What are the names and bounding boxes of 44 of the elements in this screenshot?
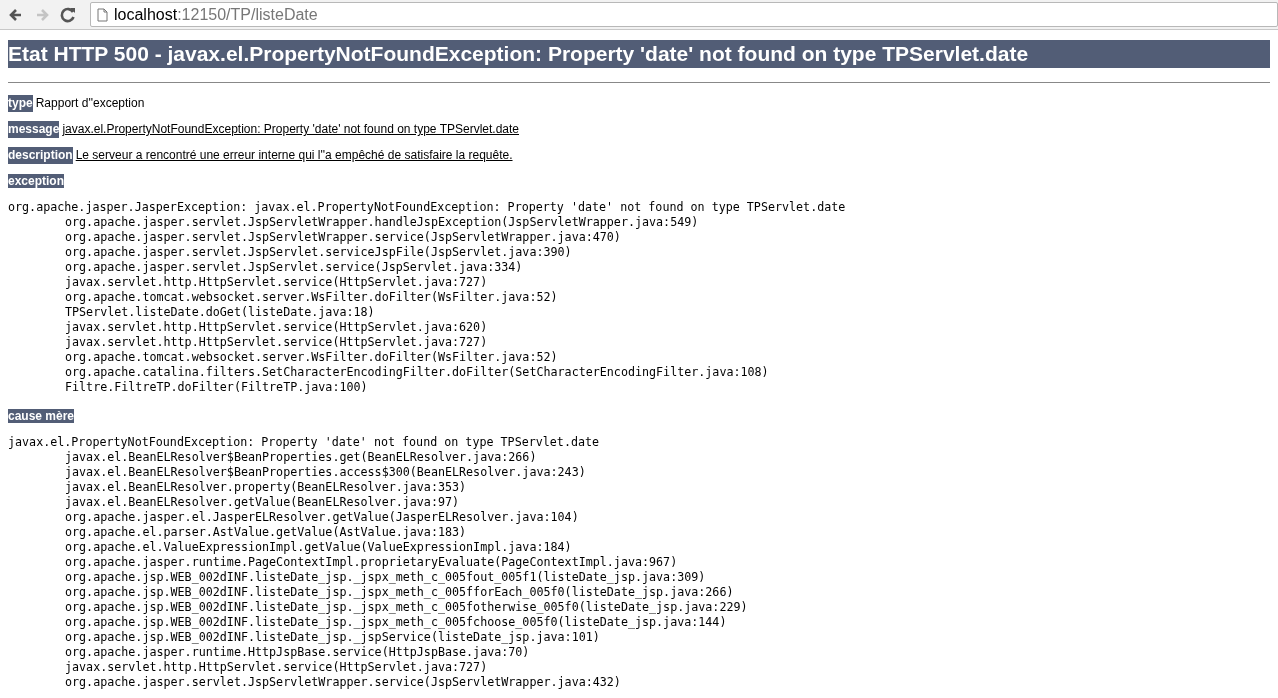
stack-trace-line: Filtre.FiltreTP.doFilter(FiltreTP.java:100) bbox=[65, 380, 368, 395]
stack-trace-line: org.apache.jsp.WEB_002dINF.listeDate_jsp._jspx_meth_c_005fotherwise_005f0(listeDate_jsp.java:229) bbox=[65, 600, 748, 615]
stack-trace-line: javax.el.BeanELResolver.property(BeanELResolver.java:353) bbox=[65, 480, 467, 495]
url-path: :12150/TP/listeDate bbox=[177, 4, 318, 25]
field-value: Rapport d''exception bbox=[35, 95, 145, 112]
stack-trace-line: org.apache.jsp.WEB_002dINF.listeDate_jsp._jspx_meth_c_005fout_005f1(listeDate_jsp.java:309) bbox=[65, 570, 706, 585]
field-label: type bbox=[8, 95, 33, 112]
error-heading: Etat HTTP 500 - javax.el.PropertyNotFoundException: Property 'date' not found on type TPServlet.date bbox=[8, 40, 1270, 68]
stack-trace-line: org.apache.jasper.runtime.HttpJspBase.service(HttpJspBase.java:70) bbox=[65, 645, 530, 660]
exception-line: javax.el.PropertyNotFoundException: Property 'date' not found on type TPServlet.date bbox=[8, 435, 600, 450]
field-label: message bbox=[8, 121, 60, 138]
field-value: Le serveur a rencontré une erreur interne qui l''a empêché de satisfaire la requête. bbox=[75, 147, 513, 164]
stack-trace-line: javax.servlet.http.HttpServlet.service(HttpServlet.java:727) bbox=[65, 660, 488, 675]
field-label: description bbox=[8, 147, 73, 164]
field-label: cause mère bbox=[8, 409, 75, 423]
stack-trace-line: org.apache.jasper.servlet.JspServletWrapper.service(JspServletWrapper.java:432) bbox=[65, 675, 621, 690]
reload-icon bbox=[59, 5, 77, 24]
stack-trace-line: org.apache.jsp.WEB_002dINF.listeDate_jsp._jspService(listeDate_jsp.java:101) bbox=[65, 630, 600, 645]
field-label: exception bbox=[8, 174, 64, 188]
stack-trace-line: org.apache.jasper.servlet.JspServletWrapper.service(JspServletWrapper.java:470) bbox=[65, 230, 621, 245]
stack-trace-line: org.apache.el.parser.AstValue.getValue(AstValue.java:183) bbox=[65, 525, 467, 540]
stack-trace-line: javax.servlet.http.HttpServlet.service(HttpServlet.java:727) bbox=[65, 335, 488, 350]
stack-trace-line: TPServlet.listeDate.doGet(listeDate.java:18) bbox=[65, 305, 375, 320]
stack-trace-line: org.apache.jasper.servlet.JspServlet.serviceJspFile(JspServlet.java:390) bbox=[65, 245, 572, 260]
url-host: localhost bbox=[114, 4, 178, 25]
stack-trace-line: javax.el.BeanELResolver$BeanProperties.get(BeanELResolver.java:266) bbox=[65, 450, 537, 465]
stack-trace-line: javax.servlet.http.HttpServlet.service(HttpServlet.java:620) bbox=[65, 320, 488, 335]
stack-trace-line: javax.el.BeanELResolver$BeanProperties.access$300(BeanELResolver.java:243) bbox=[65, 465, 586, 480]
stack-trace-line: org.apache.el.ValueExpressionImpl.getValue(ValueExpressionImpl.java:184) bbox=[65, 540, 572, 555]
stack-trace-line: org.apache.catalina.filters.SetCharacterEncodingFilter.doFilter(SetCharacterEncodingFilter.java:108) bbox=[65, 365, 769, 380]
stack-trace-line: org.apache.tomcat.websocket.server.WsFilter.doFilter(WsFilter.java:52) bbox=[65, 350, 558, 365]
stack-trace-line: org.apache.jasper.runtime.PageContextImpl.proprietaryEvaluate(PageContextImpl.java:967) bbox=[65, 555, 678, 570]
page-icon bbox=[97, 7, 108, 22]
field-value: javax.el.PropertyNotFoundException: Property 'date' not found on type TPServlet.date bbox=[62, 121, 519, 138]
stack-trace-line: org.apache.tomcat.websocket.server.WsFilter.doFilter(WsFilter.java:52) bbox=[65, 290, 558, 305]
stack-trace-line: org.apache.jsp.WEB_002dINF.listeDate_jsp._jspx_meth_c_005fchoose_005f0(listeDate_jsp.java:144) bbox=[65, 615, 727, 630]
stack-trace-line: org.apache.jasper.el.JasperELResolver.getValue(JasperELResolver.java:104) bbox=[65, 510, 579, 525]
stack-trace-line: org.apache.jsp.WEB_002dINF.listeDate_jsp._jspx_meth_c_005fforEach_005f0(listeDate_jsp.java:266) bbox=[65, 585, 734, 600]
address-bar[interactable]: localhost:12150/TP/listeDate bbox=[90, 2, 1278, 27]
stack-trace-line: org.apache.jasper.servlet.JspServlet.service(JspServlet.java:334) bbox=[65, 260, 523, 275]
stack-trace-line: org.apache.jasper.servlet.JspServletWrapper.handleJspException(JspServletWrapper.java:549) bbox=[65, 215, 699, 230]
stack-trace-line: javax.el.BeanELResolver.getValue(BeanELResolver.java:97) bbox=[65, 495, 460, 510]
stack-trace-line: javax.servlet.http.HttpServlet.service(HttpServlet.java:727) bbox=[65, 275, 488, 290]
exception-line: org.apache.jasper.JasperException: javax.el.PropertyNotFoundException: Property 'date' not found on type TPServlet.date bbox=[8, 200, 846, 215]
